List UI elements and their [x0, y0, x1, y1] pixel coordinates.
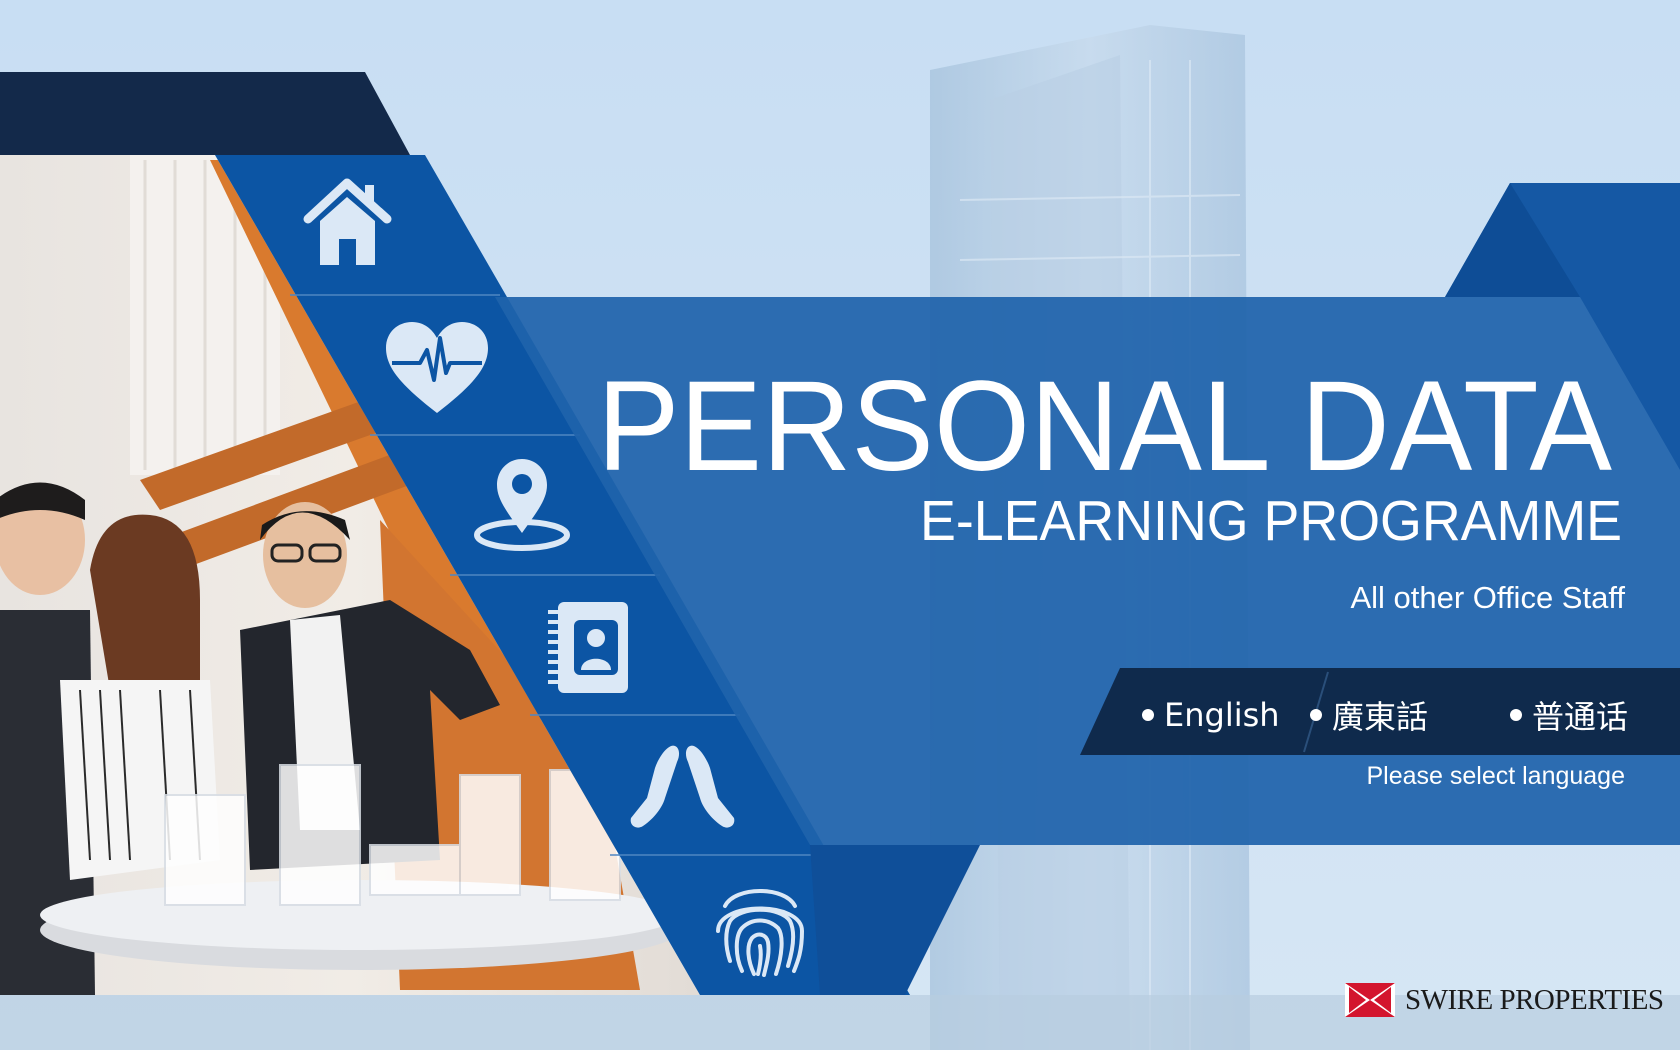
bullet-icon: [1510, 709, 1522, 721]
heart-pulse-icon: [386, 322, 488, 413]
language-label: English: [1164, 696, 1280, 734]
page-subtitle: E-LEARNING PROGRAMME: [920, 489, 1622, 553]
language-option-english[interactable]: English: [1142, 690, 1280, 740]
bullet-icon: [1310, 709, 1322, 721]
brand-logo: SWIRE PROPERTIES: [1345, 983, 1664, 1017]
title-block: PERSONAL DATA E-LEARNING PROGRAMME: [597, 355, 1622, 553]
location-pin-icon: [474, 459, 570, 551]
navy-band: [0, 72, 410, 155]
language-label: 普通话: [1532, 698, 1629, 736]
language-option-mandarin[interactable]: 普通话: [1510, 690, 1628, 740]
home-icon: [303, 178, 392, 265]
bullet-icon: [1142, 709, 1154, 721]
contact-book-icon: [548, 602, 628, 693]
fingerprint-icon: [716, 889, 805, 977]
swire-logo-icon: [1345, 983, 1395, 1017]
brand-name: SWIRE PROPERTIES: [1405, 983, 1664, 1016]
audience-label: All other Office Staff: [1350, 580, 1625, 615]
language-prompt: Please select language: [1366, 762, 1625, 790]
hands-icon: [630, 745, 735, 828]
language-option-cantonese[interactable]: 廣東話: [1310, 690, 1428, 740]
page-title: PERSONAL DATA: [597, 355, 1613, 498]
language-label: 廣東話: [1332, 698, 1429, 736]
